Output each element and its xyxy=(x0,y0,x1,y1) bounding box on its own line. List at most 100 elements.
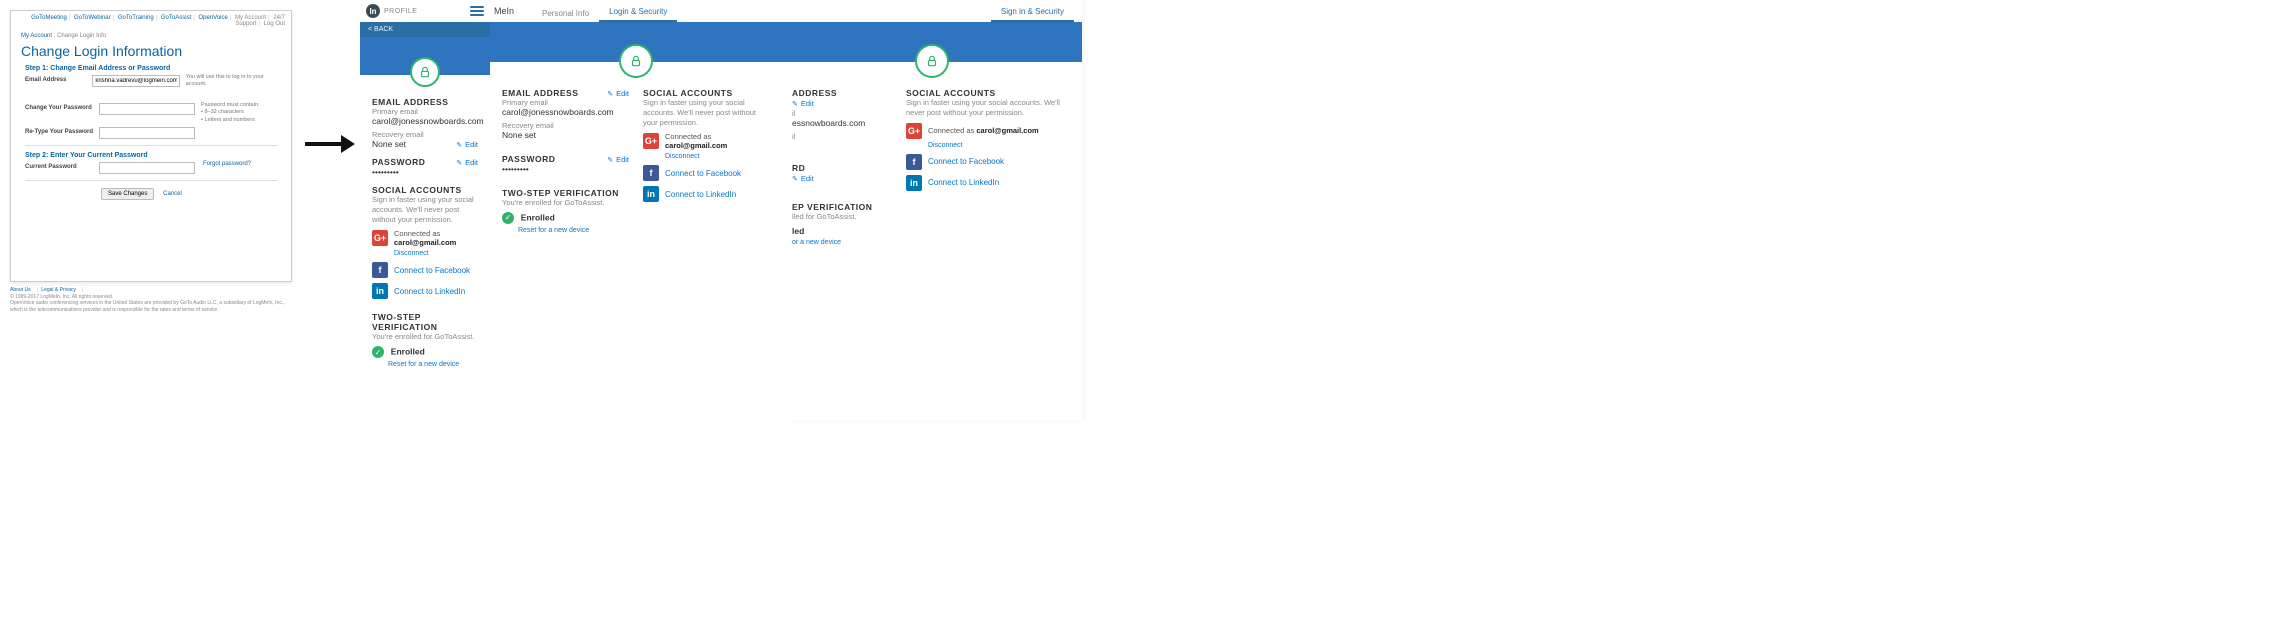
connect-facebook-link[interactable]: Connect to Facebook xyxy=(394,266,470,275)
panel-old-change-login: GoToMeeting| GoToWebinar| GoToTraining| … xyxy=(10,10,292,282)
google-disconnect-link[interactable]: Disconnect xyxy=(665,153,700,160)
recovery-email-label: Recovery email xyxy=(502,121,629,130)
new-password-label: Change Your Password xyxy=(25,102,99,111)
hamburger-icon[interactable] xyxy=(470,6,484,16)
twostep-heading: TWO-STEP VERIFICATION xyxy=(372,312,478,332)
google-disconnect-link[interactable]: Disconnect xyxy=(394,250,429,257)
reset-device-link-clipped[interactable]: or a new device xyxy=(792,239,841,246)
logo-icon: ln xyxy=(366,4,380,18)
breadcrumb-link[interactable]: My Account xyxy=(21,33,52,39)
save-button[interactable]: Save Changes xyxy=(101,188,154,200)
tab-login-security[interactable]: Login & Security xyxy=(599,3,677,22)
twostep-desc: You're enrolled for GoToAssist. xyxy=(372,332,478,342)
primary-email-label: Primary email xyxy=(502,98,629,107)
recovery-email-value: None set xyxy=(372,139,406,149)
nav-link[interactable]: GoToWebinar xyxy=(74,15,111,21)
connect-facebook-link[interactable]: Connect to Facebook xyxy=(665,169,741,178)
footer-link[interactable]: Legal & Privacy xyxy=(41,287,76,293)
password-rules: Password must contain: • 8–32 characters… xyxy=(201,102,259,123)
cancel-link[interactable]: Cancel xyxy=(163,191,182,197)
nav-link[interactable]: OpenVoice xyxy=(198,15,227,21)
retype-password-label: Re-Type Your Password xyxy=(25,126,99,135)
panel-profile-narrow: ln PROFILE < BACK EMAIL ADDRESS Primary … xyxy=(360,0,490,420)
recovery-email-label: Recovery email xyxy=(372,130,478,139)
email-label: Email Address xyxy=(25,74,92,83)
retype-password-field[interactable] xyxy=(99,127,195,139)
email-help: You will use this to log in to your acco… xyxy=(186,74,277,88)
edit-password-link[interactable]: Edit xyxy=(792,174,814,183)
password-heading-clipped: RD xyxy=(792,163,892,173)
current-password-label: Current Password xyxy=(25,161,99,170)
twostep-heading-clipped: EP VERIFICATION xyxy=(792,202,892,212)
breadcrumb: My Account : Change Login Info xyxy=(11,31,291,39)
panel-profile-medium: MeIn Personal Info Login & Security EMAI… xyxy=(490,0,782,420)
step1-heading: Step 1: Change Email Address or Password xyxy=(25,65,277,72)
edit-recovery-link[interactable]: Edit xyxy=(456,140,478,149)
reset-device-link[interactable]: Reset for a new device xyxy=(388,361,459,368)
check-icon: ✓ xyxy=(372,346,384,358)
edit-email-link[interactable]: Edit xyxy=(792,99,814,108)
connect-linkedin-link[interactable]: Connect to LinkedIn xyxy=(665,190,736,199)
google-icon: G+ xyxy=(906,123,922,139)
nav-link[interactable]: GoToMeeting xyxy=(31,15,67,21)
google-connected: Connected as carol@gmail.com xyxy=(928,126,1039,135)
twostep-desc-clipped: lled for GoToAssist. xyxy=(792,212,892,222)
connect-linkedin-link[interactable]: Connect to LinkedIn xyxy=(928,178,999,187)
nav-link[interactable]: GoToAssist xyxy=(161,15,191,21)
email-heading: EMAIL ADDRESS xyxy=(372,97,478,107)
nav-link[interactable]: GoToTraining xyxy=(118,15,154,21)
panel-profile-wide-clipped: Sign in & Security ADDRESS Edit il essno… xyxy=(782,0,1082,420)
global-nav: GoToMeeting| GoToWebinar| GoToTraining| … xyxy=(11,11,291,31)
social-desc: Sign in faster using your social account… xyxy=(643,98,770,127)
page-title: Change Login Information xyxy=(21,43,281,59)
tab-personal-info[interactable]: Personal Info xyxy=(532,5,599,22)
reset-device-link[interactable]: Reset for a new device xyxy=(518,227,589,234)
primary-email-label-clipped: il xyxy=(792,109,892,118)
linkedin-icon: in xyxy=(643,186,659,202)
email-heading-clipped: ADDRESS xyxy=(792,88,892,98)
google-icon: G+ xyxy=(372,230,388,246)
linkedin-icon: in xyxy=(372,283,388,299)
comparison-stage: GoToMeeting| GoToWebinar| GoToTraining| … xyxy=(0,0,1520,420)
password-heading: PASSWORD xyxy=(372,157,425,167)
shield-lock-icon xyxy=(410,57,440,87)
brand-label: PROFILE xyxy=(384,8,417,15)
primary-email-value-clipped: essnowboards.com xyxy=(792,118,892,128)
twostep-desc: You're enrolled for GoToAssist. xyxy=(502,198,629,208)
tabs: Sign in & Security xyxy=(782,0,1082,22)
shield-lock-icon xyxy=(915,44,949,78)
shield-lock-icon xyxy=(619,44,653,78)
tab-signin-security[interactable]: Sign in & Security xyxy=(991,3,1074,22)
footer-link[interactable]: About Us xyxy=(10,287,31,293)
connect-linkedin-link[interactable]: Connect to LinkedIn xyxy=(394,287,465,296)
nav-link[interactable]: Log Out xyxy=(264,21,285,27)
enrolled-status: Enrolled xyxy=(391,347,425,357)
edit-email-link[interactable]: Edit xyxy=(607,89,629,98)
new-password-field[interactable] xyxy=(99,103,195,115)
edit-password-link[interactable]: Edit xyxy=(607,155,629,164)
connect-facebook-link[interactable]: Connect to Facebook xyxy=(928,157,1004,166)
check-icon: ✓ xyxy=(502,212,514,224)
back-button[interactable]: < BACK xyxy=(360,22,490,37)
google-disconnect-link[interactable]: Disconnect xyxy=(928,142,963,149)
forgot-password-link[interactable]: Forgot password? xyxy=(203,161,251,167)
arrow-icon xyxy=(305,135,355,153)
social-desc: Sign in faster using your social account… xyxy=(906,98,1072,118)
facebook-icon: f xyxy=(372,262,388,278)
password-mask: ••••••••• xyxy=(372,167,478,177)
google-icon: G+ xyxy=(643,133,659,149)
tabs: Personal Info Login & Security xyxy=(532,0,677,22)
twostep-heading: TWO-STEP VERIFICATION xyxy=(502,188,629,198)
social-heading: SOCIAL ACCOUNTS xyxy=(643,88,770,98)
social-desc: Sign in faster using your social account… xyxy=(372,195,478,224)
recovery-email-label-clipped: il xyxy=(792,132,892,141)
breadcrumb-current: Change Login Info xyxy=(57,33,106,39)
email-field[interactable] xyxy=(92,75,179,87)
current-password-field[interactable] xyxy=(99,162,195,174)
edit-password-link[interactable]: Edit xyxy=(456,158,478,167)
old-footer: About Us| Legal & Privacy| © 1999-2017 L… xyxy=(10,287,290,313)
recovery-email-value: None set xyxy=(502,130,629,140)
google-connected: Connected as carol@gmail.com xyxy=(394,229,478,247)
social-heading: SOCIAL ACCOUNTS xyxy=(372,185,478,195)
social-heading: SOCIAL ACCOUNTS xyxy=(906,88,1072,98)
